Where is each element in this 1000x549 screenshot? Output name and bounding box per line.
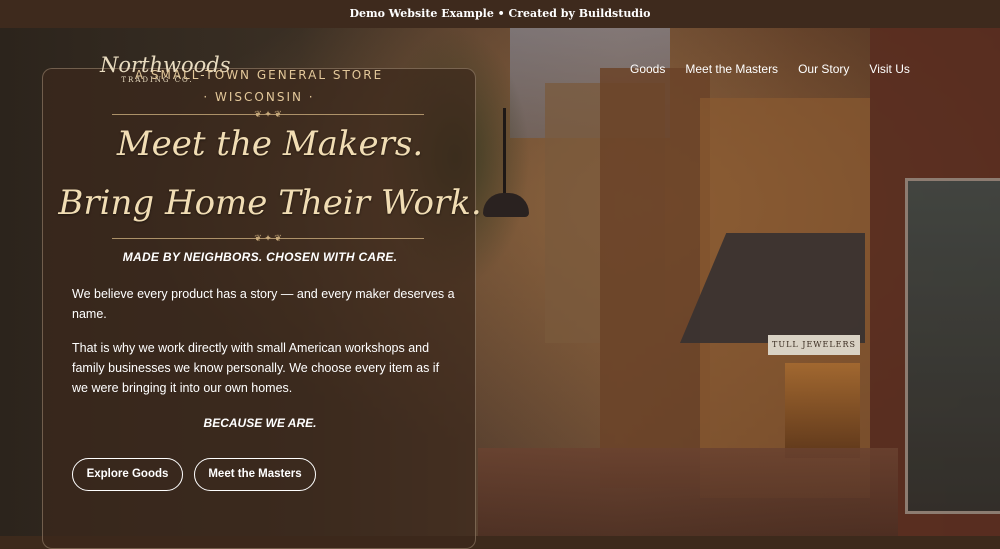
- display-window: [785, 363, 860, 458]
- main-nav: Goods Meet the Masters Our Story Visit U…: [630, 62, 910, 76]
- shop-window-large: [905, 178, 1000, 514]
- headline-line-1: Meet the Makers.: [116, 124, 424, 164]
- building-brick: [600, 68, 710, 488]
- state-label: · WISCONSIN ·: [203, 90, 315, 104]
- brick-street: [478, 448, 898, 536]
- intro-paragraph: We believe every product has a story — a…: [72, 287, 455, 321]
- hero-section: TULL JEWELERS Northwoods TRADING CO. Goo…: [0, 28, 1000, 549]
- explore-goods-button[interactable]: Explore Goods: [72, 458, 183, 491]
- demo-banner: Demo Website Example • Created by Builds…: [0, 0, 1000, 28]
- nav-our-story[interactable]: Our Story: [798, 62, 849, 76]
- jeweler-sign: TULL JEWELERS: [768, 335, 860, 355]
- tagline: MADE BY NEIGHBORS. CHOSEN WITH CARE.: [122, 250, 398, 264]
- headline-line-2: Bring Home Their Work.: [58, 183, 482, 223]
- nav-visit-us[interactable]: Visit Us: [869, 62, 909, 76]
- closing-statement: BECAUSE WE ARE.: [203, 416, 317, 430]
- flourish-icon-bottom: ❦ ✦ ❦: [254, 233, 282, 243]
- nav-goods[interactable]: Goods: [630, 62, 665, 76]
- sourcing-paragraph: That is why we work directly with small …: [72, 341, 440, 395]
- nav-meet-the-masters[interactable]: Meet the Masters: [685, 62, 778, 76]
- store-descriptor: A SMALL-TOWN GENERAL STORE: [134, 68, 384, 82]
- meet-the-masters-button[interactable]: Meet the Masters: [194, 458, 316, 491]
- flourish-icon: ❦ ✦ ❦: [254, 109, 282, 119]
